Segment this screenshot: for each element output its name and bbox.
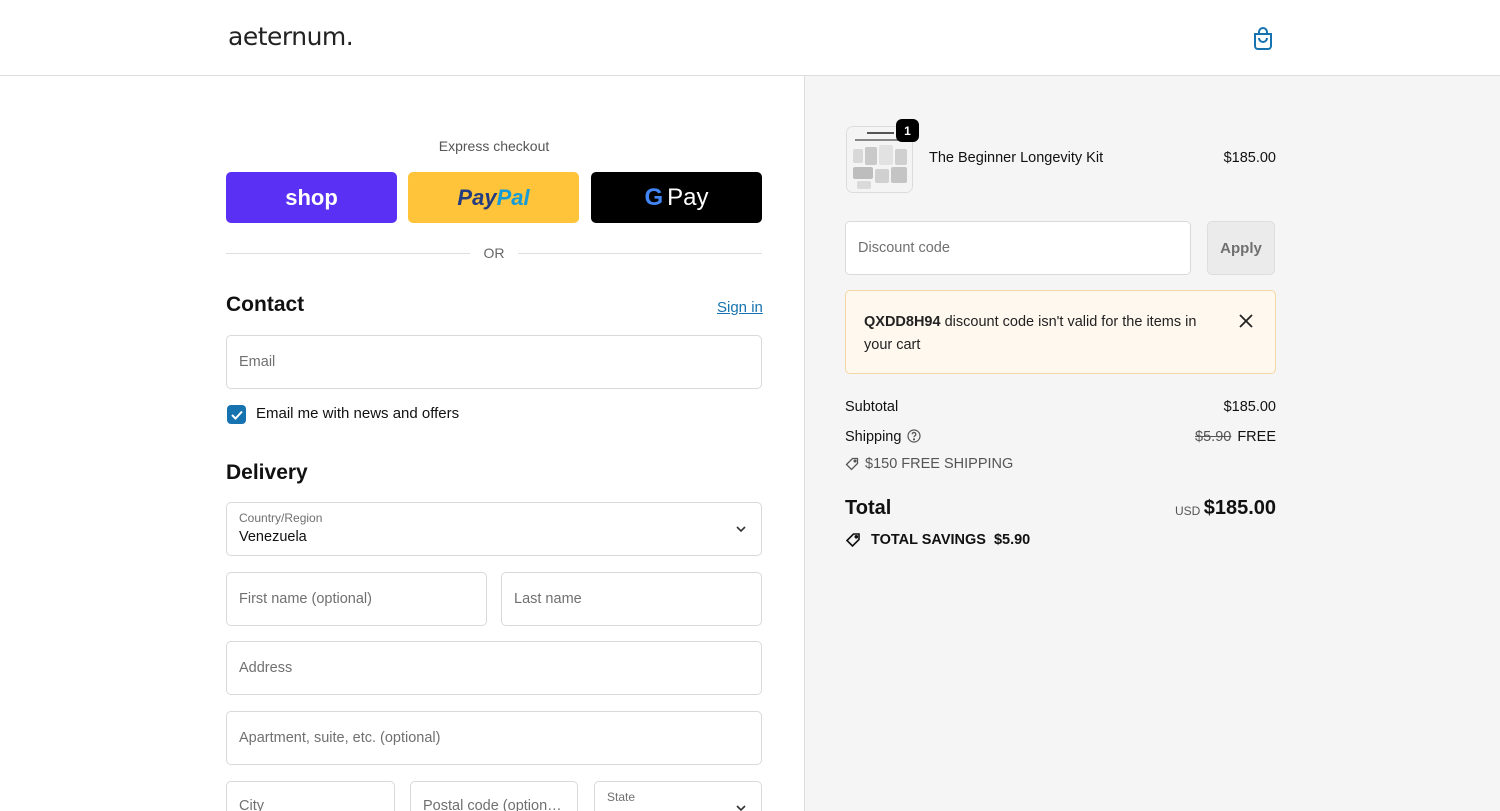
alert-message: QXDD8H94 discount code isn't valid for t… (864, 311, 1224, 357)
total-savings: TOTAL SAVINGS $5.90 (845, 532, 1030, 548)
close-icon (1239, 314, 1253, 328)
apply-discount-button[interactable]: Apply (1207, 221, 1275, 275)
last-name-field[interactable]: Last name (501, 572, 762, 626)
store-logo[interactable]: aeternum. (228, 22, 354, 51)
address-placeholder: Address (239, 660, 293, 676)
discount-code-field[interactable]: Discount code (845, 221, 1191, 275)
help-circle-icon[interactable] (907, 429, 922, 447)
cart-button[interactable] (1250, 24, 1276, 52)
savings-label: TOTAL SAVINGS (871, 532, 986, 548)
header: aeternum. (0, 0, 1500, 76)
or-divider: OR (226, 244, 762, 264)
shipping-label: Shipping (845, 429, 902, 445)
paypal-button[interactable]: Pay Pal (408, 172, 579, 223)
postal-code-field[interactable]: Postal code (option… (410, 781, 578, 811)
subtotal-value: $185.00 (1223, 399, 1276, 415)
discount-code-placeholder: Discount code (858, 240, 950, 256)
delivery-heading: Delivery (226, 461, 308, 484)
first-name-field[interactable]: First name (optional) (226, 572, 487, 626)
discount-error-alert: QXDD8H94 discount code isn't valid for t… (845, 290, 1276, 374)
shop-pay-label: shop (285, 184, 338, 210)
contact-heading: Contact (226, 293, 305, 316)
promo-line: $150 FREE SHIPPING (845, 456, 1013, 472)
state-select[interactable]: State (594, 781, 762, 811)
subtotal-label: Subtotal (845, 399, 899, 415)
state-label: State (607, 790, 636, 804)
tag-icon (845, 457, 859, 471)
total-label: Total (845, 497, 892, 519)
close-alert-button[interactable] (1237, 312, 1255, 330)
newsletter-checkbox[interactable] (227, 405, 246, 424)
newsletter-label: Email me with news and offers (256, 405, 460, 422)
chevron-down-icon (736, 805, 746, 811)
country-select[interactable]: Country/Region Venezuela (226, 502, 762, 556)
country-label: Country/Region (239, 511, 323, 525)
sign-in-link[interactable]: Sign in (717, 299, 763, 316)
shipping-original-price: $5.90 (1195, 429, 1232, 445)
savings-tag-icon (845, 533, 860, 548)
last-name-placeholder: Last name (514, 591, 582, 607)
total-amount: $185.00 (1203, 497, 1276, 519)
promo-label: $150 FREE SHIPPING (865, 456, 1014, 472)
alert-discount-code: QXDD8H94 (864, 314, 941, 330)
product-price: $185.00 (1223, 150, 1276, 166)
paypal-label-pay: Pay (457, 184, 497, 210)
google-g-icon: G (644, 183, 664, 211)
chevron-down-icon (736, 526, 746, 533)
first-name-placeholder: First name (optional) (239, 591, 372, 607)
quantity-badge: 1 (896, 119, 919, 142)
postal-code-placeholder: Postal code (option… (423, 798, 562, 811)
paypal-label-pal: Pal (496, 184, 530, 210)
checkmark-icon (230, 410, 243, 420)
savings-value: $5.90 (993, 532, 1031, 548)
subtotal-row: Subtotal $185.00 (845, 399, 1276, 415)
product-name: The Beginner Longevity Kit (929, 150, 1104, 166)
apartment-field[interactable]: Apartment, suite, etc. (optional) (226, 711, 762, 765)
or-label: OR (483, 245, 505, 261)
apartment-placeholder: Apartment, suite, etc. (optional) (239, 730, 441, 746)
shipping-row: Shipping $5.90 FREE (845, 429, 1276, 447)
shop-pay-button[interactable]: shop (226, 172, 397, 223)
city-field[interactable]: City (226, 781, 395, 811)
country-value: Venezuela (239, 529, 307, 545)
shopping-bag-icon (1254, 27, 1272, 50)
google-pay-button[interactable]: G Pay (591, 172, 762, 223)
city-placeholder: City (239, 798, 264, 811)
email-field[interactable]: Email (226, 335, 762, 389)
express-checkout-title: Express checkout (438, 138, 550, 154)
email-placeholder: Email (239, 354, 276, 370)
google-pay-label: Pay (667, 183, 709, 211)
shipping-value: FREE (1237, 429, 1276, 445)
address-field[interactable]: Address (226, 641, 762, 695)
